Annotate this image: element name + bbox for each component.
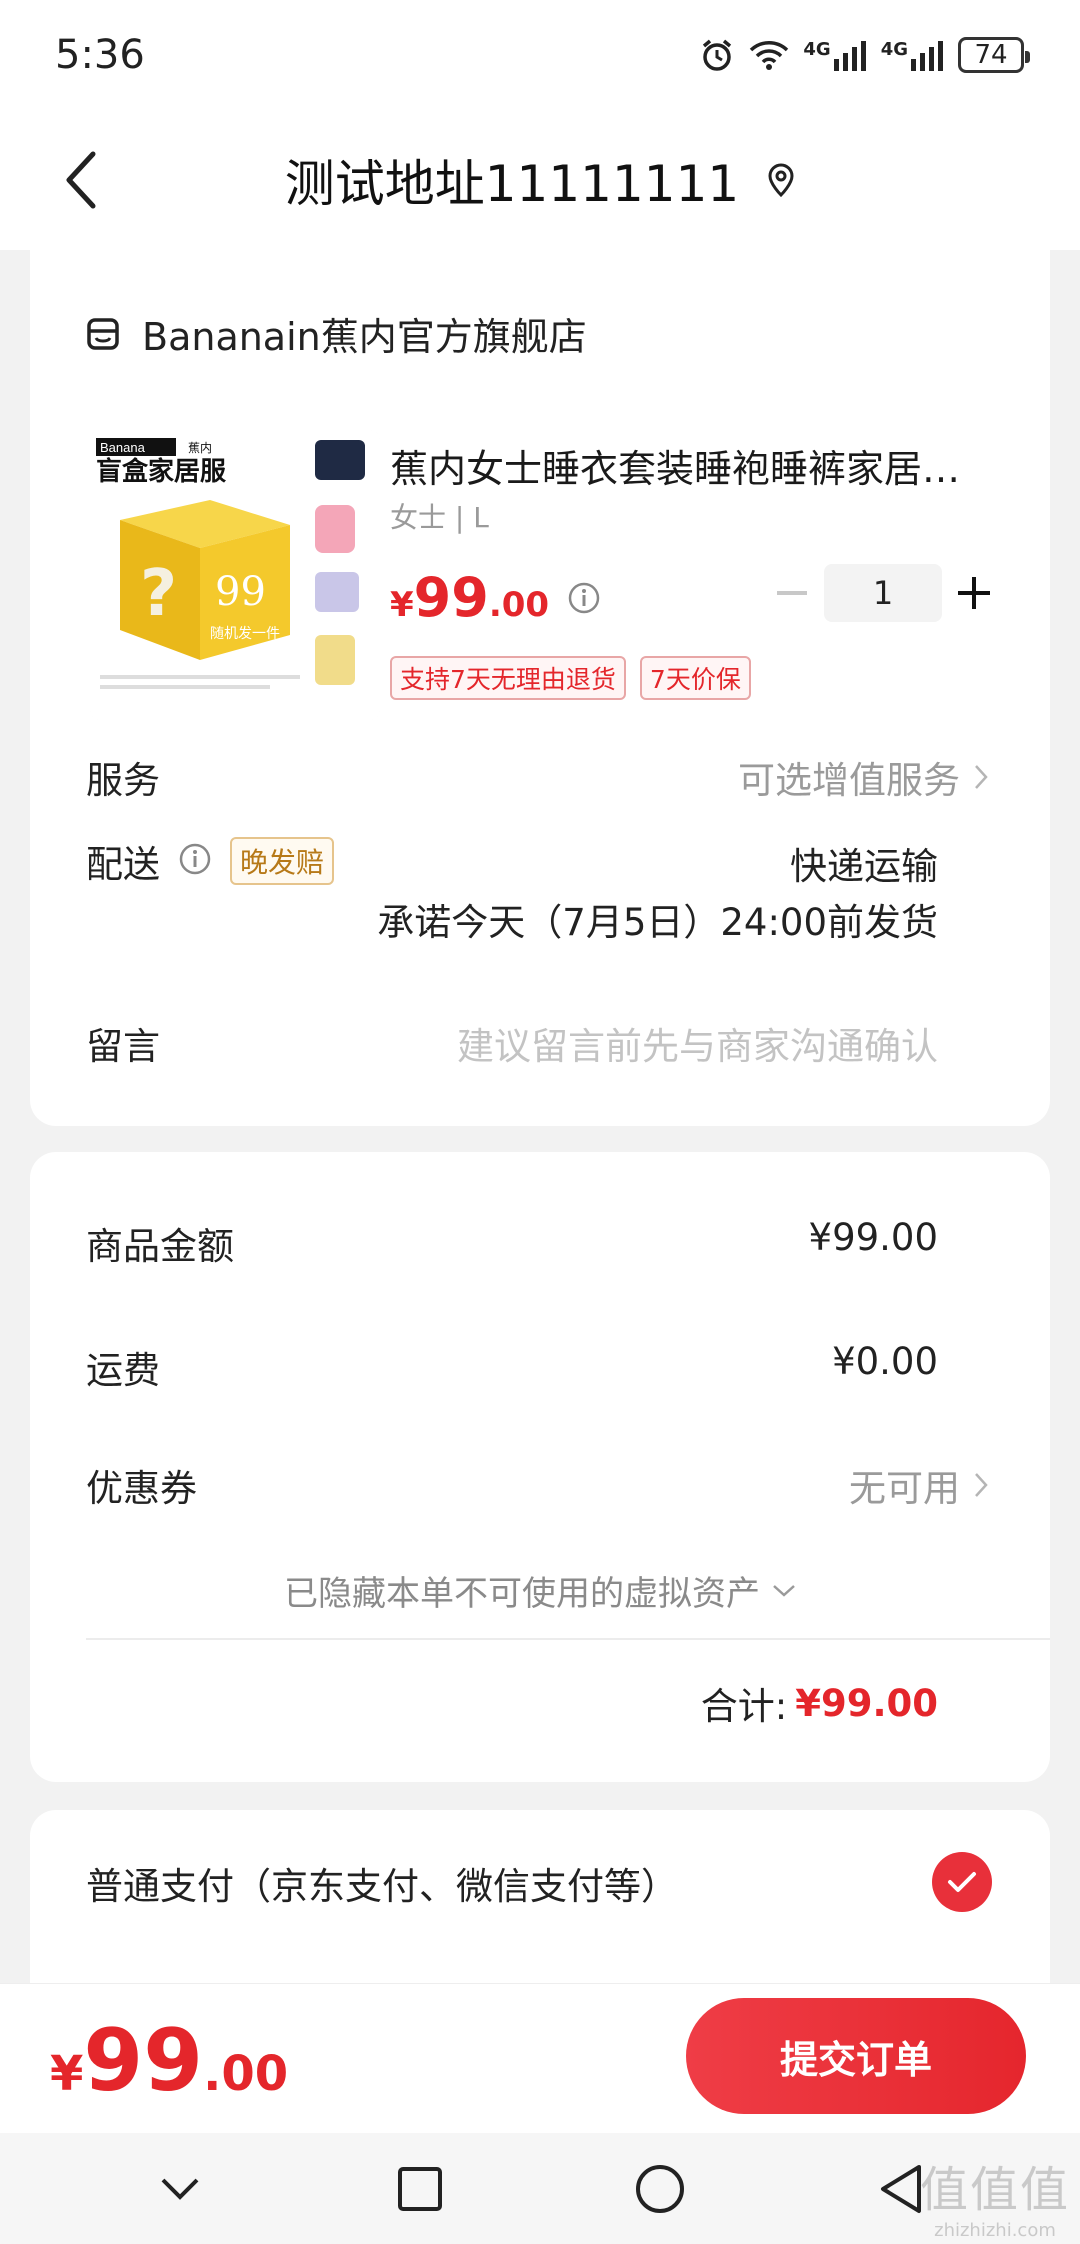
price-protect-tag: 7天价保 xyxy=(639,656,751,700)
page-title: 测试地址11111111 xyxy=(284,155,740,213)
product-spec[interactable]: 女士 | L xyxy=(390,496,489,536)
watermark: 值值值 zhizhizhi.com xyxy=(920,2162,1071,2241)
total-row: 合计: ¥99.00 xyxy=(701,1676,938,1730)
minus-icon xyxy=(777,591,807,595)
service-selector[interactable]: 可选增值服务 xyxy=(738,750,988,804)
product-title[interactable]: 蕉内女士睡衣套装睡袍睡裤家居… xyxy=(390,438,1010,493)
product-tags: 支持7天无理由退货 7天价保 xyxy=(390,656,751,700)
store-icon xyxy=(87,317,119,350)
battery-indicator: 74 xyxy=(958,37,1030,73)
checkout-bar: ¥ 99 .00 提交订单 xyxy=(0,1983,1080,2133)
total-value: ¥99.00 xyxy=(795,1681,938,1725)
goods-amount-value: ¥99.00 xyxy=(808,1216,938,1259)
checkout-total: ¥ 99 .00 xyxy=(50,2011,289,2111)
hidden-assets-toggle[interactable]: 已隐藏本单不可使用的虚拟资产 xyxy=(30,1566,1050,1615)
coupon-selector[interactable]: 无可用 xyxy=(849,1458,988,1512)
product-image-cube-price: 99 xyxy=(215,569,266,615)
wifi-icon xyxy=(749,39,789,71)
price-info-icon[interactable] xyxy=(567,581,601,615)
order-card: Bananain蕉内官方旗舰店 Banana 蕉内 盲盒家居服 ? 99 随机发… xyxy=(30,246,1050,1126)
home-button[interactable] xyxy=(605,2149,715,2229)
svg-text:?: ? xyxy=(140,557,177,631)
chevron-right-icon xyxy=(974,764,988,790)
status-icons: 4G 4G 74 xyxy=(699,37,1030,73)
goods-amount-label: 商品金额 xyxy=(86,1225,234,1268)
price-summary-card: 商品金额 ¥99.00 运费 ¥0.00 优惠券 无可用 已隐藏本单不可使用的虚… xyxy=(30,1152,1050,1782)
alarm-icon xyxy=(699,37,735,73)
late-compensation-badge: 晚发赔 xyxy=(230,837,335,885)
address-title[interactable]: 测试地址11111111 xyxy=(285,144,796,216)
product-image-headline: 盲盒家居服 xyxy=(96,456,227,487)
product-image[interactable]: Banana 蕉内 盲盒家居服 ? 99 随机发一件 xyxy=(90,430,380,720)
message-label: 留言 xyxy=(86,1025,160,1068)
hide-keyboard-button[interactable] xyxy=(125,2149,235,2229)
submit-order-button[interactable]: 提交订单 xyxy=(686,1998,1026,2114)
payment-selected-check[interactable] xyxy=(932,1852,992,1912)
summary-divider xyxy=(86,1638,1050,1640)
plus-icon xyxy=(958,577,990,609)
circle-icon xyxy=(636,2164,684,2213)
store-name: Bananain蕉内官方旗舰店 xyxy=(142,315,587,359)
product-image-cube-sub: 随机发一件 xyxy=(210,626,280,642)
location-pin-icon xyxy=(768,163,794,197)
store-row[interactable]: Bananain蕉内官方旗舰店 xyxy=(86,306,587,361)
system-navigation-bar xyxy=(0,2133,1080,2244)
increase-button[interactable] xyxy=(942,564,1006,622)
product-price: ¥ 99 .00 xyxy=(390,566,601,629)
message-placeholder: 建议留言前先与商家沟通确认 xyxy=(457,1025,938,1068)
message-input[interactable]: 建议留言前先与商家沟通确认 xyxy=(457,1016,938,1070)
signal-icon-1: 4G xyxy=(803,39,866,71)
return-tag: 支持7天无理由退货 xyxy=(390,656,626,700)
shipping-value: ¥0.00 xyxy=(832,1340,938,1383)
signal-icon-2: 4G xyxy=(881,39,944,71)
delivery-method[interactable]: 快递运输 xyxy=(790,836,938,890)
delivery-info-icon[interactable] xyxy=(178,842,212,880)
status-time: 5:36 xyxy=(55,32,145,78)
check-icon xyxy=(948,1872,976,1892)
triangle-back-icon xyxy=(881,2164,921,2213)
coupon-label: 优惠券 xyxy=(86,1467,197,1510)
quantity-input[interactable]: 1 xyxy=(824,564,942,622)
chevron-down-icon xyxy=(773,1584,795,1597)
payment-method-label[interactable]: 普通支付（京东支付、微信支付等） xyxy=(86,1856,678,1910)
product-image-brand2: 蕉内 xyxy=(188,441,212,455)
back-arrow-icon xyxy=(66,151,96,209)
status-bar: 5:36 4G 4G 74 xyxy=(0,0,1080,110)
recents-button[interactable] xyxy=(365,2149,475,2229)
square-icon xyxy=(398,2166,442,2211)
back-button[interactable] xyxy=(50,140,110,220)
shipping-label: 运费 xyxy=(86,1349,160,1392)
nav-bar: 测试地址11111111 xyxy=(0,110,1080,250)
chevron-right-icon xyxy=(974,1472,988,1498)
delivery-label-row: 配送 晚发赔 xyxy=(86,834,335,888)
delivery-label: 配送 xyxy=(86,843,160,886)
quantity-stepper: 1 xyxy=(760,564,1006,622)
decrease-button[interactable] xyxy=(760,564,824,622)
delivery-promise: 承诺今天（7月5日）24:00前发货 xyxy=(377,901,938,944)
total-label: 合计: xyxy=(700,1685,788,1728)
chevron-down-icon xyxy=(161,2178,199,2200)
product-image-brand: Banana xyxy=(100,440,146,455)
service-label: 服务 xyxy=(86,759,160,802)
